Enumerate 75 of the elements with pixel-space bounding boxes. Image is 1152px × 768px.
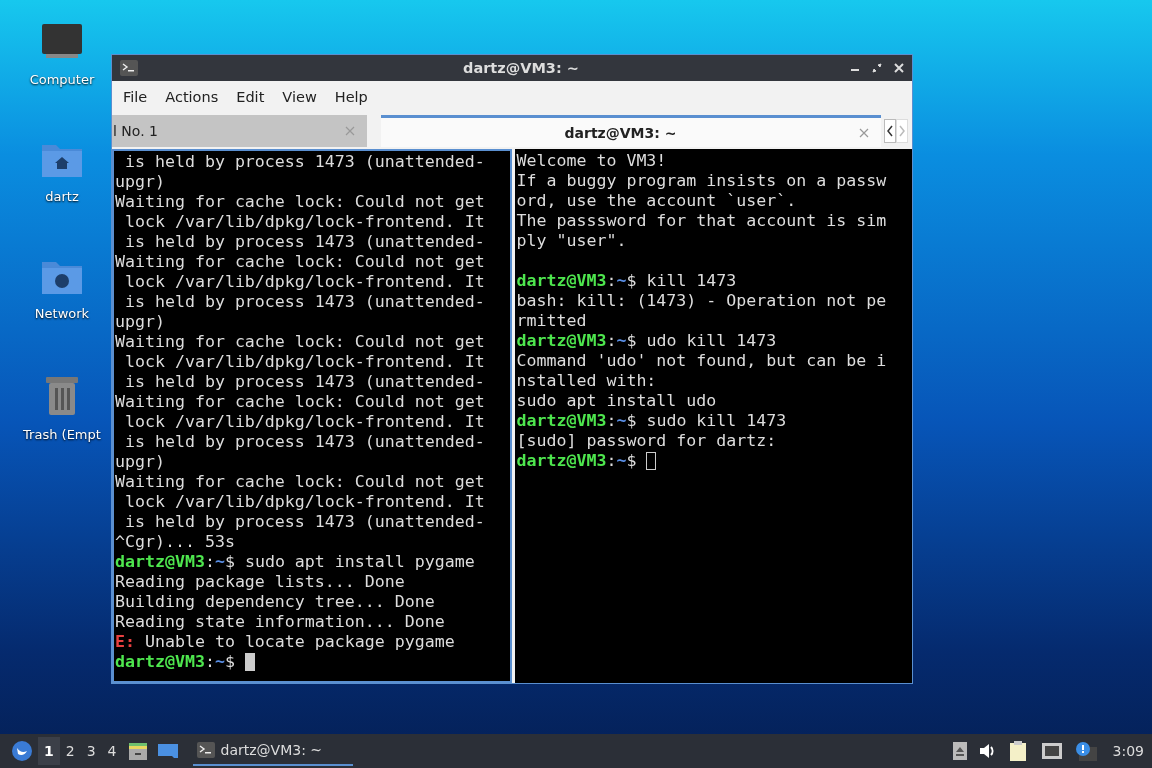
- eject-icon[interactable]: [952, 742, 967, 760]
- tab[interactable]: l No. 1: [112, 115, 367, 147]
- terminal-output-line: is held by process 1473 (unattended-: [124, 292, 486, 312]
- shell-prompt: dartz@VM3:~$: [115, 552, 235, 572]
- terminal-output-line: lock /var/lib/dpkg/lock-frontend. It: [124, 212, 486, 232]
- terminal-output-line: Building dependency tree... Done: [115, 592, 436, 612]
- workspace-button[interactable]: 1: [38, 737, 60, 765]
- shell-command: sudo kill 1473: [646, 411, 787, 431]
- terminal-output-line: Command 'udo' not found, but can be i: [516, 351, 888, 371]
- terminal-output-line: bash: kill: (1473) - Operation not pe: [516, 291, 888, 311]
- terminal-output-line: is held by process 1473 (unattended-: [124, 152, 486, 172]
- terminal-error-line: E: Unable to locate package pygame: [115, 632, 456, 652]
- terminal-icon: [196, 742, 215, 758]
- shell-command: sudo apt install pygame: [244, 552, 475, 572]
- terminal-output-line: lock /var/lib/dpkg/lock-frontend. It: [124, 492, 486, 512]
- workspace-button[interactable]: 2: [59, 737, 81, 765]
- terminal-output-line: nstalled with:: [516, 371, 658, 391]
- desktop-icon-label[interactable]: Network: [34, 306, 90, 321]
- terminal-output-line: is held by process 1473 (unattended-: [124, 512, 486, 532]
- folder-icon[interactable]: [157, 742, 178, 760]
- terminal-output-line: upgr): [115, 312, 166, 332]
- clock: 3:09: [1112, 743, 1144, 759]
- taskbar-task-button[interactable]: dartz@VM3: ~: [192, 736, 353, 766]
- tab[interactable]: dartz@VM3: ~: [381, 115, 881, 147]
- menu-item[interactable]: Actions: [156, 89, 228, 105]
- workspace-button[interactable]: 3: [80, 737, 102, 765]
- terminal-output-line: Reading package lists... Done: [115, 572, 406, 592]
- terminal-output-line: Waiting for cache lock: Could not get: [115, 192, 486, 212]
- terminal-output-line: is held by process 1473 (unattended-: [124, 372, 486, 392]
- menu-item[interactable]: Edit: [227, 89, 274, 105]
- desktop-icon-label[interactable]: dartz: [45, 189, 79, 204]
- shell-command: kill 1473: [646, 271, 737, 291]
- shell-prompt: dartz@VM3:~$: [115, 652, 235, 672]
- network-port-icon[interactable]: [1040, 742, 1063, 760]
- maximize-icon[interactable]: [872, 63, 882, 73]
- menu-item[interactable]: View: [273, 89, 326, 105]
- terminal-output-line: is held by process 1473 (unattended-: [124, 432, 486, 452]
- terminal-output-line: rmitted: [516, 311, 588, 331]
- terminal-output-line: Welcome to VM3!: [516, 151, 668, 171]
- terminal-output-line: Waiting for cache lock: Could not get: [115, 252, 486, 272]
- file-cabinet-icon[interactable]: [127, 741, 148, 761]
- terminal-output-line: [sudo] password for dartz:: [516, 431, 778, 451]
- terminal-output-line: upgr): [115, 452, 166, 472]
- terminal-output-line: lock /var/lib/dpkg/lock-frontend. It: [124, 272, 486, 292]
- window-title: dartz@VM3: ~: [462, 60, 580, 76]
- terminal-output-line: ply "user".: [516, 231, 628, 251]
- scroll-left-icon[interactable]: [884, 119, 896, 143]
- clipboard-icon[interactable]: [1008, 740, 1029, 762]
- start-menu-icon[interactable]: [11, 740, 33, 762]
- terminal-output-line: Waiting for cache lock: Could not get: [115, 332, 486, 352]
- terminal-output-line: Waiting for cache lock: Could not get: [115, 472, 486, 492]
- shell-prompt: dartz@VM3:~$: [516, 411, 637, 431]
- workspace-button[interactable]: 4: [101, 737, 123, 765]
- menu-item[interactable]: File: [114, 89, 157, 105]
- shell-command: udo kill 1473: [646, 331, 777, 351]
- terminal-pane[interactable]: [112, 149, 512, 683]
- terminal-output-line: If a buggy program insists on a passw: [516, 171, 888, 191]
- terminal-output-line: lock /var/lib/dpkg/lock-frontend. It: [124, 352, 486, 372]
- desktop-icon-label[interactable]: Trash (Empt: [23, 427, 101, 442]
- terminal-icon: [120, 60, 138, 76]
- terminal-output-line: sudo apt install udo: [516, 391, 718, 411]
- shell-prompt: dartz@VM3:~$: [516, 331, 637, 351]
- shell-prompt: dartz@VM3:~$: [516, 271, 637, 291]
- menu-item[interactable]: Help: [325, 89, 377, 105]
- terminal-output-line: is held by process 1473 (unattended-: [124, 232, 486, 252]
- terminal-output-line: The passsword for that account is sim: [516, 211, 888, 231]
- terminal-pane[interactable]: [514, 149, 912, 683]
- terminal-output-line: upgr): [115, 172, 166, 192]
- terminal-output-line: Waiting for cache lock: Could not get: [115, 392, 486, 412]
- notification-icon[interactable]: [1074, 741, 1097, 761]
- terminal-output-line: lock /var/lib/dpkg/lock-frontend. It: [124, 412, 486, 432]
- terminal-output-line: Reading state information... Done: [115, 612, 446, 632]
- terminal-output-line: ord, use the account `user`.: [516, 191, 798, 211]
- terminal-output-line: ^Cgr)... 53s: [115, 532, 236, 552]
- shell-prompt: dartz@VM3:~$: [516, 451, 637, 471]
